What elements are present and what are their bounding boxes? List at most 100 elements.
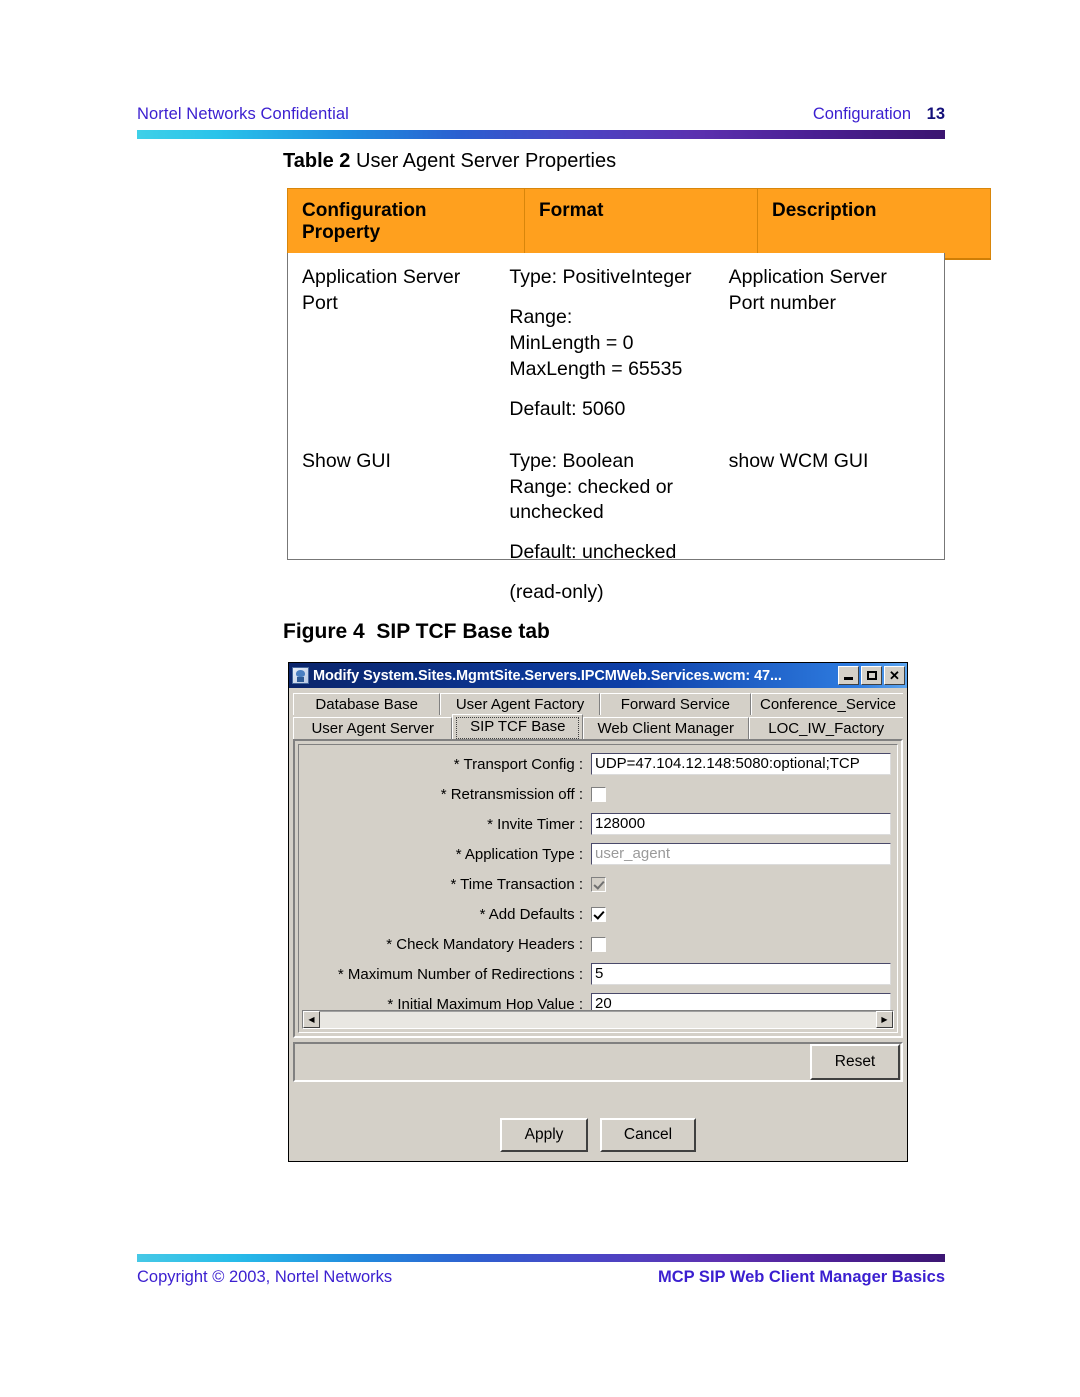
field-row-transport-config: * Transport Config : UDP=47.104.12.148:5… bbox=[299, 749, 897, 779]
dialog-titlebar[interactable]: Modify System.Sites.MgmtSite.Servers.IPC… bbox=[289, 663, 907, 688]
label-time-transaction: * Time Transaction : bbox=[450, 875, 583, 893]
tab-conference-service[interactable]: Conference_Service bbox=[751, 693, 903, 715]
footer-document-title: MCP SIP Web Client Manager Basics bbox=[657, 1268, 945, 1286]
description-line2: Port number bbox=[728, 291, 836, 314]
tab-row-1: Database Base User Agent Factory Forward… bbox=[293, 691, 903, 715]
field-row-application-type: * Application Type : user_agent bbox=[299, 839, 897, 869]
table-cell-description: show WCM GUI bbox=[729, 449, 944, 607]
description-line1: Application Server bbox=[728, 266, 887, 288]
footer-gradient-rule bbox=[137, 1254, 945, 1262]
field-row-retransmission-off: * Retransmission off : bbox=[299, 779, 897, 809]
label-retransmission-off: * Retransmission off : bbox=[440, 785, 583, 803]
tab-sip-tcf-base-label: SIP TCF Base bbox=[470, 718, 566, 735]
table-caption-label: Table 2 bbox=[283, 150, 351, 172]
page-footer: Copyright © 2003, Nortel Networks MCP SI… bbox=[137, 1268, 945, 1298]
field-row-maximum-redirections: * Maximum Number of Redirections : 5 bbox=[299, 959, 897, 989]
field-row-add-defaults: * Add Defaults : bbox=[299, 899, 897, 929]
property-line1: Application Server bbox=[302, 266, 461, 288]
scrollbar-track[interactable] bbox=[320, 1011, 876, 1028]
tab-user-agent-factory[interactable]: User Agent Factory bbox=[440, 693, 600, 715]
input-application-type[interactable]: user_agent bbox=[591, 843, 891, 865]
modify-services-dialog: Modify System.Sites.MgmtSite.Servers.IPC… bbox=[288, 662, 908, 1162]
table-header-cell-description: Description bbox=[757, 187, 991, 260]
label-add-defaults: * Add Defaults : bbox=[479, 905, 583, 923]
table-cell-format: Type: Boolean Range: checked or unchecke… bbox=[509, 449, 728, 607]
format-min: unchecked bbox=[509, 501, 604, 524]
close-button[interactable]: ✕ bbox=[884, 666, 905, 685]
table-cell-description: Application Server Port number bbox=[729, 265, 944, 423]
input-transport-config[interactable]: UDP=47.104.12.148:5080:optional;TCP bbox=[591, 753, 891, 775]
field-row-time-transaction: * Time Transaction : bbox=[299, 869, 897, 899]
form-inner: * Transport Config : UDP=47.104.12.148:5… bbox=[298, 744, 898, 1033]
label-transport-config: * Transport Config : bbox=[453, 755, 583, 773]
format-default: Default: 5060 bbox=[509, 397, 626, 420]
table-caption: Table 2 User Agent Server Properties bbox=[283, 150, 616, 173]
header-gradient-rule bbox=[137, 130, 945, 139]
checkbox-check-mandatory-headers[interactable] bbox=[591, 936, 606, 952]
checkbox-retransmission-off[interactable] bbox=[591, 786, 606, 802]
tab-database-base[interactable]: Database Base bbox=[293, 693, 441, 715]
input-invite-timer[interactable]: 128000 bbox=[591, 813, 891, 835]
format-type: Type: PositiveInteger bbox=[509, 266, 692, 288]
close-icon: ✕ bbox=[889, 668, 900, 683]
footer-copyright: Copyright © 2003, Nortel Networks bbox=[137, 1268, 393, 1286]
tab-strip: Database Base User Agent Factory Forward… bbox=[289, 688, 907, 739]
header-confidential-text: Nortel Networks Confidential bbox=[137, 105, 349, 123]
apply-button[interactable]: Apply bbox=[500, 1118, 588, 1152]
maximize-icon bbox=[862, 667, 881, 684]
checkbox-time-transaction[interactable] bbox=[591, 876, 606, 892]
format-range-label: Range: checked or bbox=[509, 475, 674, 498]
table-row: Show GUI Type: Boolean Range: checked or… bbox=[288, 423, 944, 607]
figure-caption-label: Figure 4 bbox=[283, 620, 365, 643]
table-header-property-line2: Property bbox=[302, 222, 381, 244]
header-page-number: 13 bbox=[926, 105, 945, 123]
label-maximum-redirections: * Maximum Number of Redirections : bbox=[337, 965, 583, 983]
dialog-button-bar: Apply Cancel bbox=[289, 1109, 907, 1161]
label-invite-timer: * Invite Timer : bbox=[487, 815, 583, 833]
scroll-left-arrow-icon[interactable]: ◀ bbox=[303, 1011, 320, 1028]
window-app-icon bbox=[292, 667, 309, 684]
cancel-button[interactable]: Cancel bbox=[600, 1118, 696, 1152]
tab-row-2: User Agent Server SIP TCF Base Web Clien… bbox=[293, 714, 903, 739]
table-header-property-line1: Configuration bbox=[302, 200, 427, 221]
minimize-button[interactable] bbox=[838, 666, 859, 685]
properties-table-body: Application Server Port Type: PositiveIn… bbox=[287, 253, 945, 603]
tab-forward-service[interactable]: Forward Service bbox=[599, 693, 751, 715]
tab-loc-iw-factory[interactable]: LOC_IW_Factory bbox=[748, 717, 903, 739]
figure-caption-title: SIP TCF Base tab bbox=[376, 620, 550, 643]
table-header-row: Configuration Property Format Descriptio… bbox=[287, 187, 991, 260]
dialog-title: Modify System.Sites.MgmtSite.Servers.IPC… bbox=[313, 667, 782, 684]
tab-web-client-manager[interactable]: Web Client Manager bbox=[583, 717, 749, 739]
field-row-check-mandatory-headers: * Check Mandatory Headers : bbox=[299, 929, 897, 959]
checkbox-add-defaults[interactable] bbox=[591, 906, 606, 922]
reset-strip: Reset bbox=[293, 1042, 903, 1082]
maximize-button[interactable] bbox=[861, 666, 882, 685]
format-default: Default: unchecked bbox=[509, 541, 677, 564]
horizontal-scrollbar[interactable]: ◀ ▶ bbox=[302, 1010, 894, 1029]
table-cell-property: Application Server Port bbox=[288, 265, 509, 423]
window-controls: ✕ bbox=[838, 666, 905, 685]
property-line1: Show GUI bbox=[302, 449, 391, 472]
header-section-text: Configuration bbox=[812, 105, 911, 123]
input-maximum-redirections[interactable]: 5 bbox=[591, 963, 891, 985]
table-row: Application Server Port Type: PositiveIn… bbox=[288, 253, 944, 423]
table-header-cell-property: Configuration Property bbox=[287, 187, 525, 260]
label-application-type: * Application Type : bbox=[455, 845, 583, 863]
table-cell-format: Type: PositiveInteger Range: MinLength =… bbox=[509, 265, 728, 423]
format-type: Type: Boolean bbox=[509, 449, 635, 472]
format-max: MaxLength = 65535 bbox=[509, 357, 683, 380]
figure-caption: Figure 4 SIP TCF Base tab bbox=[283, 620, 550, 644]
label-check-mandatory-headers: * Check Mandatory Headers : bbox=[386, 935, 583, 953]
form-panel: * Transport Config : UDP=47.104.12.148:5… bbox=[293, 739, 903, 1038]
minimize-icon bbox=[839, 667, 858, 684]
tab-sip-tcf-base[interactable]: SIP TCF Base bbox=[452, 714, 584, 739]
table-cell-property: Show GUI bbox=[288, 449, 509, 607]
properties-table-header: Configuration Property Format Descriptio… bbox=[287, 187, 991, 260]
reset-button[interactable]: Reset bbox=[810, 1044, 900, 1080]
table-caption-title: User Agent Server Properties bbox=[356, 150, 617, 172]
format-range-label: Range: bbox=[509, 305, 573, 328]
table-header-cell-format: Format bbox=[524, 187, 758, 260]
tab-user-agent-server[interactable]: User Agent Server bbox=[293, 717, 453, 739]
description-line1: show WCM GUI bbox=[728, 449, 869, 472]
scroll-right-arrow-icon[interactable]: ▶ bbox=[876, 1011, 893, 1028]
